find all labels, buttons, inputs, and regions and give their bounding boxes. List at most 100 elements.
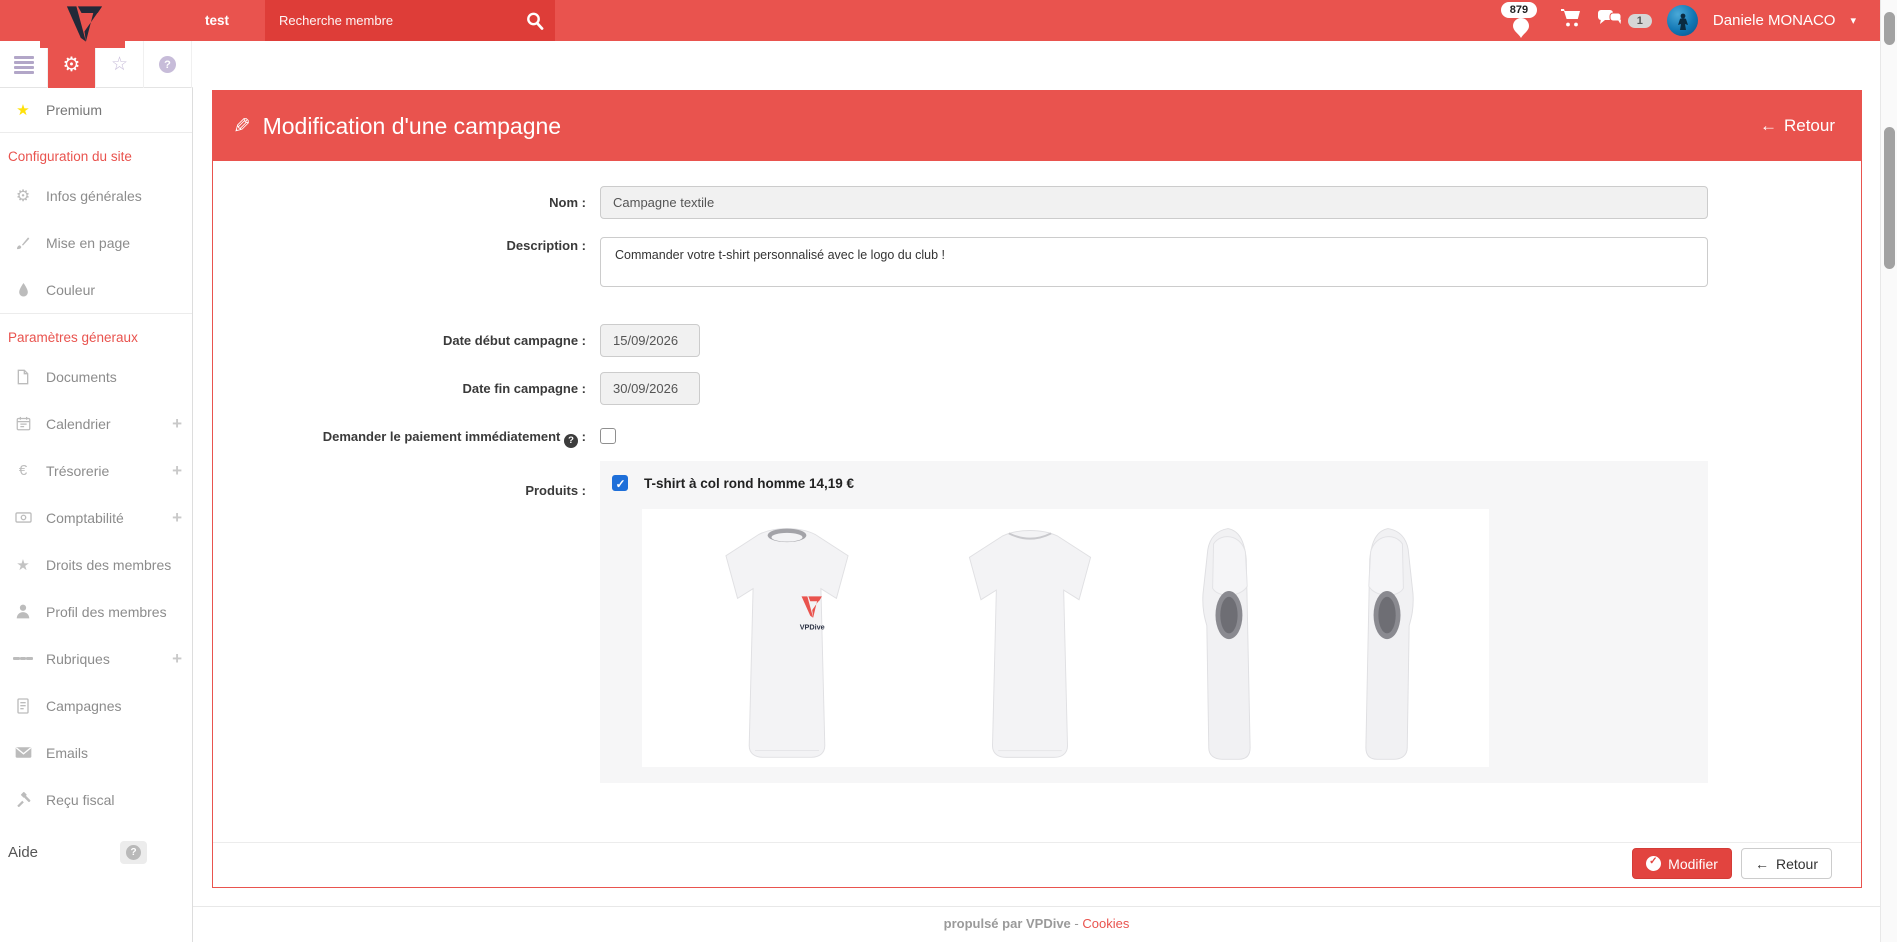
- sidebar-item-profil-des-membres[interactable]: Profil des membres: [0, 588, 192, 635]
- user-name[interactable]: Daniele MONACO: [1713, 12, 1836, 29]
- sidebar: Premium Configuration du site Infos géné…: [0, 88, 193, 942]
- campaign-edit-panel: Modification d'une campagne Retour Nom :…: [212, 90, 1862, 888]
- product-row: T-shirt à col rond homme 14,19 €: [612, 475, 854, 491]
- page-footer: propulsé par VPDive - Cookies: [193, 906, 1880, 931]
- site-tab-label[interactable]: test: [205, 0, 229, 41]
- modify-button[interactable]: Modifier: [1632, 848, 1732, 879]
- sidebar-item-premium[interactable]: Premium: [0, 88, 192, 132]
- topbar-right-cluster: 879 1 Daniele MONACO: [1497, 0, 1856, 41]
- back-button-top[interactable]: Retour: [1760, 116, 1835, 136]
- avatar[interactable]: [1667, 5, 1698, 36]
- end-date-label: Date fin campagne :: [213, 381, 586, 396]
- sidebar-item-comptabilite[interactable]: Comptabilité: [0, 494, 192, 541]
- scrollbar-thumb[interactable]: [1884, 12, 1895, 45]
- star-icon: [111, 53, 128, 76]
- description-label: Description :: [213, 238, 586, 253]
- scrollbar-thumb[interactable]: [1884, 127, 1895, 269]
- name-label: Nom :: [213, 195, 586, 210]
- sidebar-item-couleur[interactable]: Couleur: [0, 266, 192, 313]
- sidebar-item-rubriques[interactable]: Rubriques: [0, 635, 192, 682]
- product-checkbox[interactable]: [612, 475, 628, 491]
- sidebar-help-row: Aide: [0, 827, 192, 878]
- start-date-input[interactable]: [600, 324, 700, 357]
- panel-header: Modification d'une campagne Retour: [213, 91, 1861, 161]
- sidebar-item-droits-des-membres[interactable]: Droits des membres: [0, 541, 192, 588]
- gear-icon: [63, 55, 81, 75]
- member-search: [265, 0, 555, 41]
- tab-settings[interactable]: [48, 41, 96, 88]
- sidebar-tabstrip: [0, 41, 193, 88]
- hamburger-icon: [14, 54, 34, 76]
- left-arrow-icon: [1760, 116, 1777, 136]
- brush-icon: [13, 235, 33, 251]
- pencil-icon: [233, 114, 251, 139]
- top-navigation-bar: test 879 1 Daniele MONACO: [0, 0, 1880, 41]
- name-input[interactable]: [600, 186, 1708, 219]
- back-button-bottom[interactable]: Retour: [1741, 848, 1832, 879]
- user-icon: [13, 604, 33, 619]
- sidebar-item-recu-fiscal[interactable]: Reçu fiscal: [0, 776, 192, 823]
- map-pin-icon: [1509, 16, 1533, 45]
- euro-icon: [13, 462, 33, 479]
- products-label: Produits :: [213, 483, 586, 498]
- check-circle-icon: [1646, 856, 1661, 871]
- sidebar-item-mise-en-page[interactable]: Mise en page: [0, 219, 192, 266]
- chat-bubbles-icon: [1597, 8, 1623, 33]
- app-logo[interactable]: [40, 0, 125, 48]
- sidebar-item-calendrier[interactable]: Calendrier: [0, 400, 192, 447]
- gavel-icon: [13, 792, 33, 807]
- tab-menu[interactable]: [0, 41, 48, 88]
- question-icon[interactable]: [564, 434, 578, 448]
- chevron-down-icon[interactable]: [1850, 14, 1856, 27]
- start-date-label: Date début campagne :: [213, 333, 586, 348]
- help-button[interactable]: [120, 841, 147, 864]
- help-label: Aide: [8, 844, 38, 861]
- plus-icon[interactable]: [172, 649, 182, 669]
- payment-label: Demander le paiement immédiatement :: [213, 429, 586, 448]
- document-lines-icon: [13, 698, 33, 714]
- plus-icon[interactable]: [172, 508, 182, 528]
- cart-icon[interactable]: [1560, 8, 1582, 33]
- form-actions: Modifier Retour: [1632, 848, 1832, 879]
- description-textarea[interactable]: Commander votre t-shirt personnalisé ave…: [600, 237, 1708, 287]
- scrollbar[interactable]: [1880, 0, 1897, 942]
- question-icon: [126, 845, 141, 860]
- tab-favorites[interactable]: [96, 41, 144, 88]
- divider: [213, 842, 1861, 843]
- product-title: T-shirt à col rond homme 14,19 €: [644, 476, 854, 491]
- tshirt-back-image: [945, 517, 1115, 767]
- sidebar-item-tresorerie[interactable]: Trésorerie: [0, 447, 192, 494]
- gear-icon: [13, 186, 33, 206]
- search-input[interactable]: [265, 13, 515, 28]
- sidebar-section-parametres[interactable]: Paramètres géneraux: [0, 314, 192, 353]
- search-icon[interactable]: [515, 0, 555, 41]
- messages-button[interactable]: 1: [1597, 8, 1652, 33]
- question-icon: [159, 56, 176, 73]
- droplet-icon: [13, 282, 33, 298]
- envelope-icon: [13, 746, 33, 759]
- sidebar-item-documents[interactable]: Documents: [0, 353, 192, 400]
- plus-icon[interactable]: [172, 461, 182, 481]
- svg-text:VPDive: VPDive: [800, 622, 825, 631]
- sidebar-item-infos-generales[interactable]: Infos générales: [0, 172, 192, 219]
- file-icon: [13, 369, 33, 385]
- products-panel: T-shirt à col rond homme 14,19 € VPDive: [600, 461, 1708, 783]
- cookies-link[interactable]: Cookies: [1082, 916, 1129, 931]
- star-yellow-icon: [13, 101, 33, 119]
- product-images: VPDive: [642, 509, 1489, 767]
- end-date-input[interactable]: [600, 372, 700, 405]
- page-title: Modification d'une campagne: [233, 113, 561, 140]
- sidebar-section-configuration[interactable]: Configuration du site: [0, 133, 192, 172]
- tshirt-side-left-image: [1342, 517, 1434, 767]
- notifications-button[interactable]: 879: [1497, 0, 1545, 41]
- tab-help[interactable]: [144, 41, 192, 88]
- calendar-icon: [13, 416, 33, 431]
- star-icon: [13, 556, 33, 574]
- payment-checkbox[interactable]: [600, 428, 616, 444]
- plus-icon[interactable]: [172, 414, 182, 434]
- banknote-icon: [13, 511, 33, 524]
- sidebar-item-campagnes[interactable]: Campagnes: [0, 682, 192, 729]
- messages-count-badge: 1: [1628, 14, 1652, 28]
- tshirt-front-image: VPDive: [697, 515, 877, 767]
- sidebar-item-emails[interactable]: Emails: [0, 729, 192, 776]
